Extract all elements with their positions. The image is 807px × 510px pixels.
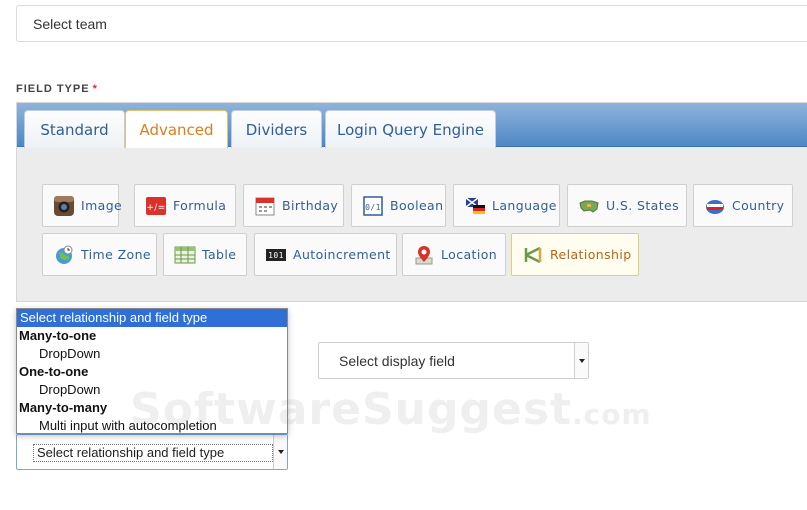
language-flags-icon <box>465 196 485 214</box>
type-time-zone-label: Time Zone <box>81 247 151 262</box>
relationship-select-text: Select relationship and field type <box>37 445 225 460</box>
type-birthday-label: Birthday <box>282 198 339 213</box>
type-relationship-label: Relationship <box>550 247 632 262</box>
listbox-option[interactable]: DropDown <box>17 381 287 399</box>
type-boolean-label: Boolean <box>390 198 444 213</box>
type-relationship-button[interactable]: Relationship <box>511 233 639 276</box>
chevron-down-icon <box>574 343 588 378</box>
map-pin-icon <box>415 245 433 264</box>
instagram-camera-icon <box>54 195 74 216</box>
required-mark: * <box>92 83 98 95</box>
formula-icon: +/= <box>146 196 166 215</box>
tab-dividers-label: Dividers <box>245 120 308 139</box>
listbox-option[interactable]: DropDown <box>17 345 287 363</box>
svg-text:101: 101 <box>268 251 284 260</box>
country-flag-icon <box>706 199 724 214</box>
tab-advanced[interactable]: Advanced <box>125 110 228 148</box>
type-formula-button[interactable]: +/= Formula <box>134 184 236 227</box>
type-formula-label: Formula <box>173 198 227 213</box>
type-birthday-button[interactable]: Birthday <box>243 184 344 227</box>
type-table-label: Table <box>202 247 237 262</box>
type-language-label: Language <box>492 198 557 213</box>
type-location-button[interactable]: Location <box>402 233 506 276</box>
field-type-label-text: FIELD TYPE <box>16 83 90 95</box>
table-icon <box>174 246 196 263</box>
type-us-states-button[interactable]: U.S. States <box>567 184 687 227</box>
type-location-label: Location <box>441 247 498 262</box>
tab-advanced-label: Advanced <box>139 120 214 139</box>
type-country-label: Country <box>732 198 785 213</box>
display-field-select[interactable]: Select display field <box>318 342 589 379</box>
listbox-group-label: One-to-one <box>19 364 89 379</box>
svg-text:+/=: +/= <box>146 203 165 213</box>
boolean-icon: 0/1 <box>363 195 383 216</box>
tab-dividers[interactable]: Dividers <box>231 110 322 148</box>
tab-bar: Standard Advanced Dividers Login Query E… <box>17 103 807 148</box>
display-field-select-text: Select display field <box>339 353 455 369</box>
us-map-icon <box>579 200 599 213</box>
watermark-suffix: .com <box>572 398 652 431</box>
type-autoincrement-label: Autoincrement <box>293 247 391 262</box>
tab-login-query-engine[interactable]: Login Query Engine <box>325 110 496 148</box>
relationship-icon <box>524 246 542 263</box>
type-autoincrement-button[interactable]: 101 Autoincrement <box>254 233 397 276</box>
svg-text:0/1: 0/1 <box>365 203 381 212</box>
type-time-zone-button[interactable]: Time Zone <box>42 233 157 276</box>
tab-standard-label: Standard <box>40 120 109 139</box>
listbox-group-label: Many-to-one <box>19 328 97 343</box>
calendar-icon <box>255 197 275 215</box>
field-type-panel: Standard Advanced Dividers Login Query E… <box>16 102 807 302</box>
chevron-down-icon <box>273 435 287 469</box>
listbox-option-highlighted[interactable]: Select relationship and field type <box>17 309 287 327</box>
team-select[interactable]: Select team <box>16 5 807 42</box>
listbox-group-label: Many-to-many <box>19 400 108 415</box>
tab-login-query-engine-label: Login Query Engine <box>337 120 484 139</box>
type-image-button[interactable]: Image <box>42 184 123 227</box>
relationship-select[interactable]: Select relationship and field type <box>16 434 288 470</box>
type-us-states-label: U.S. States <box>606 198 680 213</box>
type-country-button[interactable]: Country <box>693 184 793 227</box>
type-image-label: Image <box>81 198 123 213</box>
type-table-button[interactable]: Table <box>163 233 247 276</box>
listbox-option[interactable]: Multi input with autocompletion <box>17 417 287 435</box>
tab-standard[interactable]: Standard <box>24 110 125 148</box>
counter-icon: 101 <box>266 248 286 261</box>
field-type-label: FIELD TYPE * <box>16 83 98 95</box>
globe-clock-icon <box>56 245 73 264</box>
relationship-listbox: Select relationship and field type Many-… <box>16 308 288 434</box>
type-boolean-button[interactable]: 0/1 Boolean <box>351 184 446 227</box>
type-language-button[interactable]: Language <box>453 184 560 227</box>
team-select-text: Select team <box>33 16 107 32</box>
